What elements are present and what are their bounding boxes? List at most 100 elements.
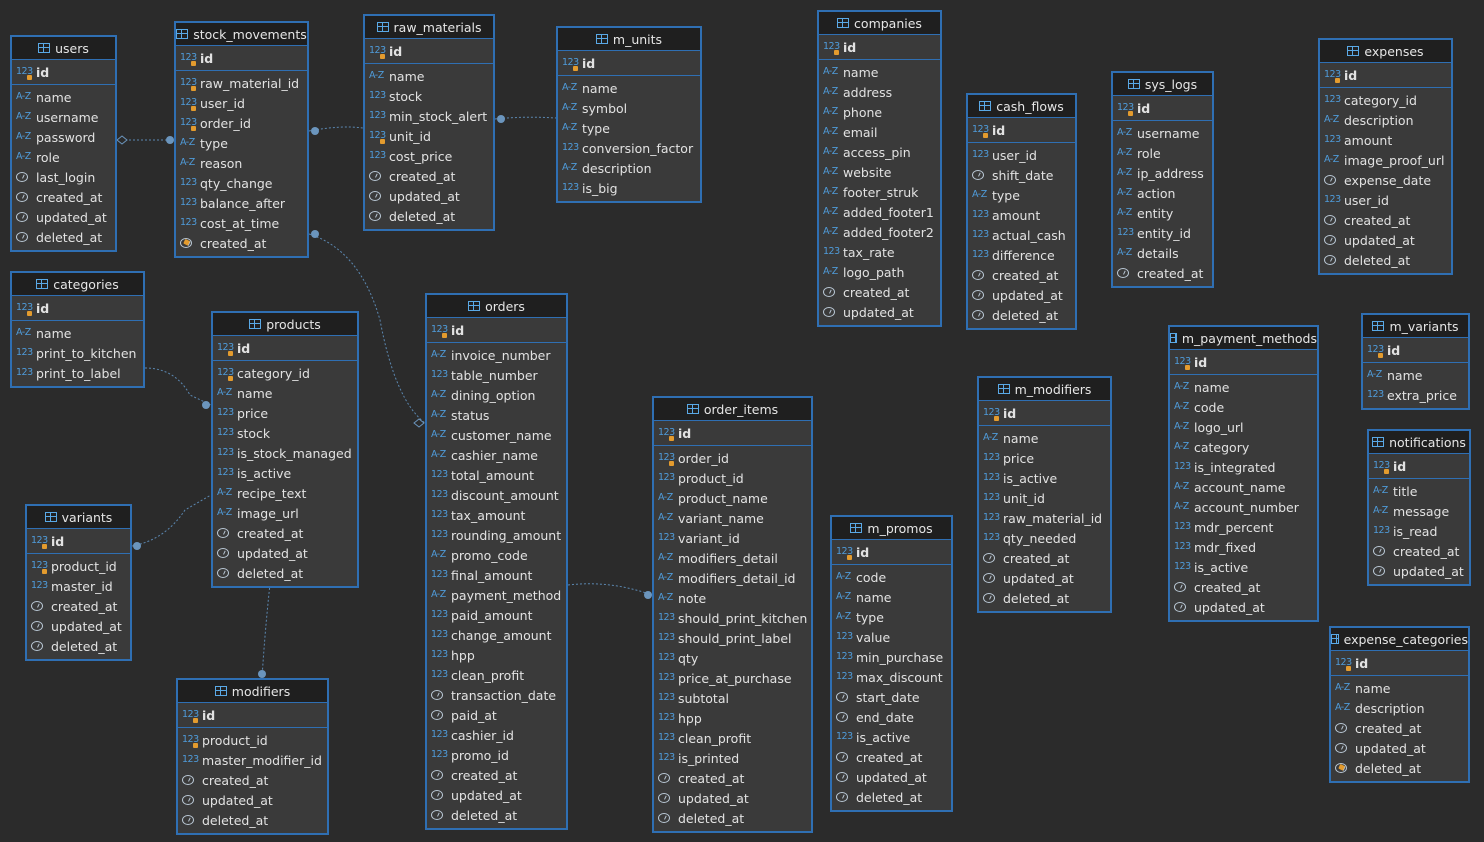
column-row[interactable]: created_at <box>178 770 327 790</box>
column-row[interactable]: 123 print_to_label <box>12 363 143 383</box>
column-row[interactable]: deleted_at <box>979 588 1110 608</box>
column-row[interactable]: A-Z variant_name <box>654 508 811 528</box>
column-row[interactable]: A-Z customer_name <box>427 425 566 445</box>
column-row[interactable]: created_at <box>1170 577 1317 597</box>
column-row[interactable]: A-Z added_footer2 <box>819 222 940 242</box>
column-row[interactable]: transaction_date <box>427 685 566 705</box>
column-row[interactable]: 123 print_to_kitchen <box>12 343 143 363</box>
column-row[interactable]: A-Z username <box>1113 123 1212 143</box>
column-row[interactable]: 123 price <box>213 403 357 423</box>
primary-key-row[interactable]: 123 id <box>213 338 250 358</box>
table-header[interactable]: expenses <box>1320 40 1451 63</box>
table-header[interactable]: m_units <box>558 28 700 51</box>
column-row[interactable]: created_at <box>968 265 1075 285</box>
column-row[interactable]: 123 is_active <box>213 463 357 483</box>
table-header[interactable]: m_payment_methods <box>1170 327 1317 350</box>
table-header[interactable]: companies <box>819 12 940 35</box>
column-row[interactable]: shift_date <box>968 165 1075 185</box>
column-row[interactable]: 123 should_print_kitchen <box>654 608 811 628</box>
column-row[interactable]: A-Z entity <box>1113 203 1212 223</box>
column-row[interactable]: A-Z status <box>427 405 566 425</box>
column-row[interactable]: updated_at <box>1331 738 1468 758</box>
column-row[interactable]: A-Z name <box>558 78 700 98</box>
column-row[interactable]: A-Z name <box>979 428 1110 448</box>
column-row[interactable]: A-Z access_pin <box>819 142 940 162</box>
column-row[interactable]: A-Z account_number <box>1170 497 1317 517</box>
primary-key-row[interactable]: 123 id <box>832 542 869 562</box>
relation-line-products-variants[interactable] <box>131 494 212 547</box>
column-row[interactable]: deleted_at <box>213 563 357 583</box>
column-row[interactable]: A-Z logo_url <box>1170 417 1317 437</box>
column-row[interactable]: A-Z message <box>1369 501 1469 521</box>
column-row[interactable]: created_at <box>27 596 130 616</box>
column-row[interactable]: 123 conversion_factor <box>558 138 700 158</box>
column-row[interactable]: 123 rounding_amount <box>427 525 566 545</box>
primary-key-row[interactable]: 123 id <box>1369 456 1406 476</box>
column-row[interactable]: deleted_at <box>365 206 493 226</box>
column-row[interactable]: A-Z username <box>12 107 115 127</box>
primary-key-row[interactable]: 123 id <box>558 53 595 73</box>
column-row[interactable]: 123 extra_price <box>1363 385 1468 405</box>
column-row[interactable]: A-Z modifiers_detail_id <box>654 568 811 588</box>
column-row[interactable]: 123 product_id <box>654 468 811 488</box>
column-row[interactable]: A-Z type <box>558 118 700 138</box>
column-row[interactable]: 123 user_id <box>1320 190 1451 210</box>
column-row[interactable]: A-Z description <box>1331 698 1468 718</box>
primary-key-row[interactable]: 123 id <box>979 403 1016 423</box>
column-row[interactable]: 123 max_discount <box>832 667 951 687</box>
primary-key-row[interactable]: 123 id <box>1363 340 1400 360</box>
primary-key-row[interactable]: 123 id <box>1113 98 1150 118</box>
column-row[interactable]: 123 qty <box>654 648 811 668</box>
table-m-modifiers[interactable]: m_modifiers 123 id A-Z name 123 price 123 is_act… <box>977 376 1112 613</box>
column-row[interactable]: updated_at <box>1369 561 1469 581</box>
column-row[interactable]: A-Z role <box>1113 143 1212 163</box>
column-row[interactable]: 123 cost_price <box>365 146 493 166</box>
column-row[interactable]: A-Z address <box>819 82 940 102</box>
column-row[interactable]: A-Z cashier_name <box>427 445 566 465</box>
column-row[interactable]: 123 is_stock_managed <box>213 443 357 463</box>
table-header[interactable]: m_modifiers <box>979 378 1110 401</box>
column-row[interactable]: 123 subtotal <box>654 688 811 708</box>
column-row[interactable]: 123 discount_amount <box>427 485 566 505</box>
column-row[interactable]: A-Z type <box>968 185 1075 205</box>
primary-key-row[interactable]: 123 id <box>819 37 856 57</box>
table-header[interactable]: sys_logs <box>1113 73 1212 96</box>
column-row[interactable]: 123 stock <box>213 423 357 443</box>
column-row[interactable]: updated_at <box>178 790 327 810</box>
column-row[interactable]: updated_at <box>968 285 1075 305</box>
table-header[interactable]: orders <box>427 295 566 318</box>
primary-key-row[interactable]: 123 id <box>1170 352 1207 372</box>
table-header[interactable]: modifiers <box>178 680 327 703</box>
column-row[interactable]: A-Z dining_option <box>427 385 566 405</box>
column-row[interactable]: A-Z payment_method <box>427 585 566 605</box>
column-row[interactable]: 123 hpp <box>427 645 566 665</box>
table-header[interactable]: m_variants <box>1363 315 1468 338</box>
table-m-promos[interactable]: m_promos 123 id A-Z code A-Z name A-Z type 123 val… <box>830 515 953 812</box>
primary-key-row[interactable]: 123 id <box>176 48 213 68</box>
column-row[interactable]: A-Z promo_code <box>427 545 566 565</box>
column-row[interactable]: A-Z password <box>12 127 115 147</box>
primary-key-row[interactable]: 123 id <box>27 531 64 551</box>
column-row[interactable]: 123 tax_rate <box>819 242 940 262</box>
column-row[interactable]: A-Z name <box>1170 377 1317 397</box>
primary-key-row[interactable]: 123 id <box>654 423 691 443</box>
column-row[interactable]: 123 qty_change <box>176 173 307 193</box>
column-row[interactable]: created_at <box>1320 210 1451 230</box>
relation-line-orders-order-items[interactable] <box>567 583 653 596</box>
column-row[interactable]: updated_at <box>979 568 1110 588</box>
table-header[interactable]: cash_flows <box>968 95 1075 118</box>
column-row[interactable]: 123 final_amount <box>427 565 566 585</box>
relation-line-categories-products[interactable] <box>144 367 212 406</box>
relation-line-products-modifiers[interactable] <box>261 583 271 679</box>
primary-key-row[interactable]: 123 id <box>1320 65 1357 85</box>
column-row[interactable]: 123 raw_material_id <box>176 73 307 93</box>
column-row[interactable]: deleted_at <box>178 810 327 830</box>
table-sys-logs[interactable]: sys_logs 123 id A-Z username A-Z role A-Z ip_add… <box>1111 71 1214 288</box>
column-row[interactable]: 123 master_modifier_id <box>178 750 327 770</box>
column-row[interactable]: A-Z code <box>1170 397 1317 417</box>
column-row[interactable]: A-Z product_name <box>654 488 811 508</box>
column-row[interactable]: created_at <box>1369 541 1469 561</box>
table-header[interactable]: expense_categories <box>1331 628 1468 651</box>
column-row[interactable]: A-Z recipe_text <box>213 483 357 503</box>
column-row[interactable]: deleted_at <box>1320 250 1451 270</box>
